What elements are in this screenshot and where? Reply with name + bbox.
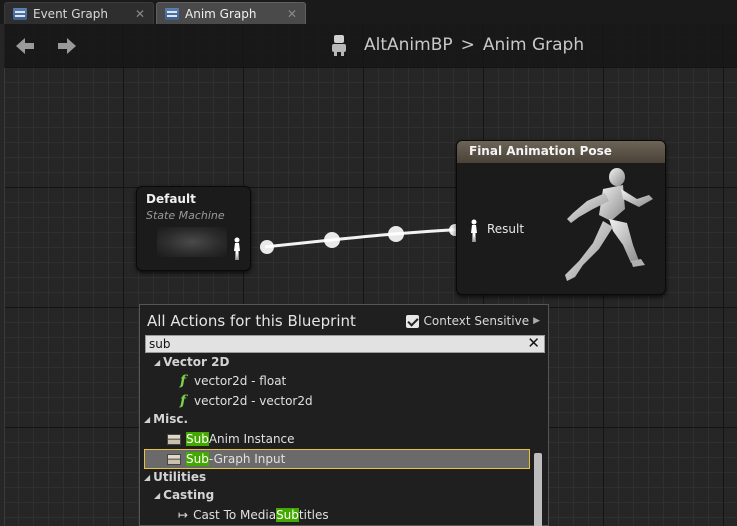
node-title: Final Animation Pose	[469, 144, 612, 158]
item-label: Anim Instance	[208, 432, 295, 446]
collapse-triangle-icon: ◢	[154, 357, 161, 367]
result-pin-label: Result	[487, 222, 525, 236]
context-sensitive-toggle[interactable]: Context Sensitive ▶	[405, 314, 540, 328]
menu-title: All Actions for this Blueprint	[147, 312, 356, 330]
node-subtitle: State Machine	[146, 209, 225, 222]
node-icon	[167, 453, 181, 465]
collapse-triangle-icon: ◢	[144, 414, 151, 424]
category-misc[interactable]: ◢ Misc.	[144, 409, 188, 429]
state-machine-node[interactable]: Default State Machine	[136, 186, 251, 271]
category-label: Misc.	[153, 412, 189, 426]
list-item-cast-to-media-subtitles[interactable]: ↦ Cast To Media Sub titles	[178, 505, 329, 525]
node-preview	[157, 227, 227, 257]
category-casting[interactable]: ◢ Casting	[154, 485, 214, 505]
category-label: Vector 2D	[163, 355, 230, 369]
collapse-triangle-icon: ◢	[154, 490, 161, 500]
search-input[interactable]	[149, 336, 519, 352]
node-title: Default	[146, 192, 196, 206]
node-header: Final Animation Pose	[457, 141, 665, 163]
action-menu: All Actions for this Blueprint Context S…	[139, 304, 549, 526]
search-match: Sub	[186, 432, 209, 446]
final-animation-pose-node[interactable]: Final Animation Pose Result	[456, 140, 666, 295]
context-sensitive-label: Context Sensitive	[423, 314, 530, 328]
clear-search-icon[interactable]: ✕	[527, 334, 540, 352]
category-label: Utilities	[153, 470, 207, 484]
collapse-triangle-icon: ◢	[144, 472, 151, 482]
search-field[interactable]: ✕	[145, 334, 545, 353]
category-label: Casting	[163, 488, 215, 502]
list-item[interactable]: f vector2d - float	[180, 371, 286, 391]
running-mannequin-icon	[553, 165, 663, 297]
search-match: Sub	[186, 452, 209, 466]
search-match: Sub	[276, 508, 299, 522]
item-label: vector2d - float	[194, 374, 287, 388]
list-item-sub-graph-input-selected[interactable]: Sub -Graph Input	[144, 449, 530, 469]
cast-arrow-icon: ↦	[178, 508, 189, 522]
item-label: titles	[298, 508, 329, 522]
node-icon	[167, 433, 181, 445]
item-label: vector2d - vector2d	[194, 394, 313, 408]
scrollbar-thumb[interactable]	[534, 453, 542, 526]
category-utilities[interactable]: ◢ Utilities	[144, 467, 206, 487]
list-item[interactable]: f vector2d - vector2d	[180, 391, 313, 411]
action-list: ◢ Vector 2D f vector2d - float f vector2…	[140, 355, 536, 526]
pose-output-pin-icon[interactable]	[232, 237, 242, 265]
checkbox-checked-icon[interactable]	[405, 314, 419, 328]
item-label: Cast To Media	[193, 508, 277, 522]
item-label: -Graph Input	[208, 452, 286, 466]
category-vector-2d[interactable]: ◢ Vector 2D	[154, 352, 229, 372]
chevron-right-icon[interactable]: ▶	[533, 316, 540, 326]
pose-input-pin-icon[interactable]	[469, 219, 479, 247]
list-item-sub-anim-instance[interactable]: Sub Anim Instance	[167, 429, 295, 449]
function-icon: f	[180, 373, 187, 389]
function-icon: f	[180, 393, 187, 409]
